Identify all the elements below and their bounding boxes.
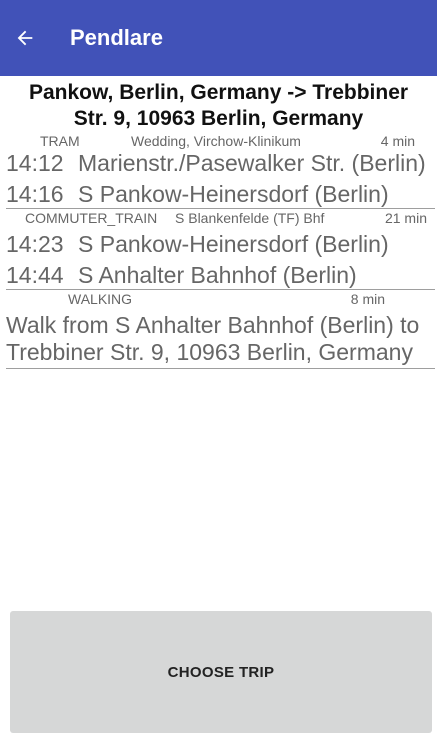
- stop-time: 14:44: [6, 262, 64, 288]
- leg-duration: 4 min: [380, 133, 415, 149]
- leg-mode: COMMUTER_TRAIN: [25, 210, 158, 226]
- stop-name: Marienstr./Pasewalker Str. (Berlin): [78, 150, 426, 176]
- stop-time: 14:16: [6, 181, 64, 207]
- app-title: Pendlare: [70, 25, 163, 50]
- arrow-left-icon[interactable]: [14, 14, 62, 62]
- walk-description: Walk from S Anhalter Bahnhof (Berlin) to…: [6, 312, 420, 365]
- leg-direction: S Blankenfelde (TF) Bhf: [175, 210, 325, 226]
- stop-name: S Pankow-Heinersdorf (Berlin): [78, 231, 389, 257]
- leg-header-commuter-train: COMMUTER_TRAIN S Blankenfelde (TF) Bhf 2…: [0, 209, 437, 227]
- leg-duration: 8 min: [350, 291, 385, 307]
- leg-direction: Wedding, Virchow-Klinikum: [131, 133, 301, 149]
- choose-trip-button[interactable]: CHOOSE TRIP: [10, 611, 432, 733]
- leg-header-walking: WALKING 8 min: [0, 290, 437, 308]
- stop-row: 14:16 S Pankow-Heinersdorf (Berlin): [0, 181, 437, 208]
- app-bar: Pendlare: [0, 0, 437, 76]
- stop-name: S Pankow-Heinersdorf (Berlin): [78, 181, 389, 207]
- stop-name: S Anhalter Bahnhof (Berlin): [78, 262, 357, 288]
- stop-row: 14:12 Marienstr./Pasewalker Str. (Berlin…: [0, 150, 437, 177]
- leg-mode: WALKING: [68, 291, 133, 307]
- leg-divider: [6, 368, 435, 369]
- trip-title: Pankow, Berlin, Germany -> Trebbiner Str…: [28, 81, 409, 130]
- leg-header-tram: TRAM Wedding, Virchow-Klinikum 4 min: [0, 132, 437, 150]
- stop-row: 14:23 S Pankow-Heinersdorf (Berlin): [0, 231, 437, 258]
- leg-mode: TRAM: [40, 133, 80, 149]
- stop-row: 14:44 S Anhalter Bahnhof (Berlin): [0, 262, 437, 289]
- stop-time: 14:12: [6, 150, 64, 176]
- leg-duration: 21 min: [384, 210, 427, 226]
- stop-time: 14:23: [6, 231, 64, 257]
- trip-details: Pankow, Berlin, Germany -> Trebbiner Str…: [0, 76, 437, 369]
